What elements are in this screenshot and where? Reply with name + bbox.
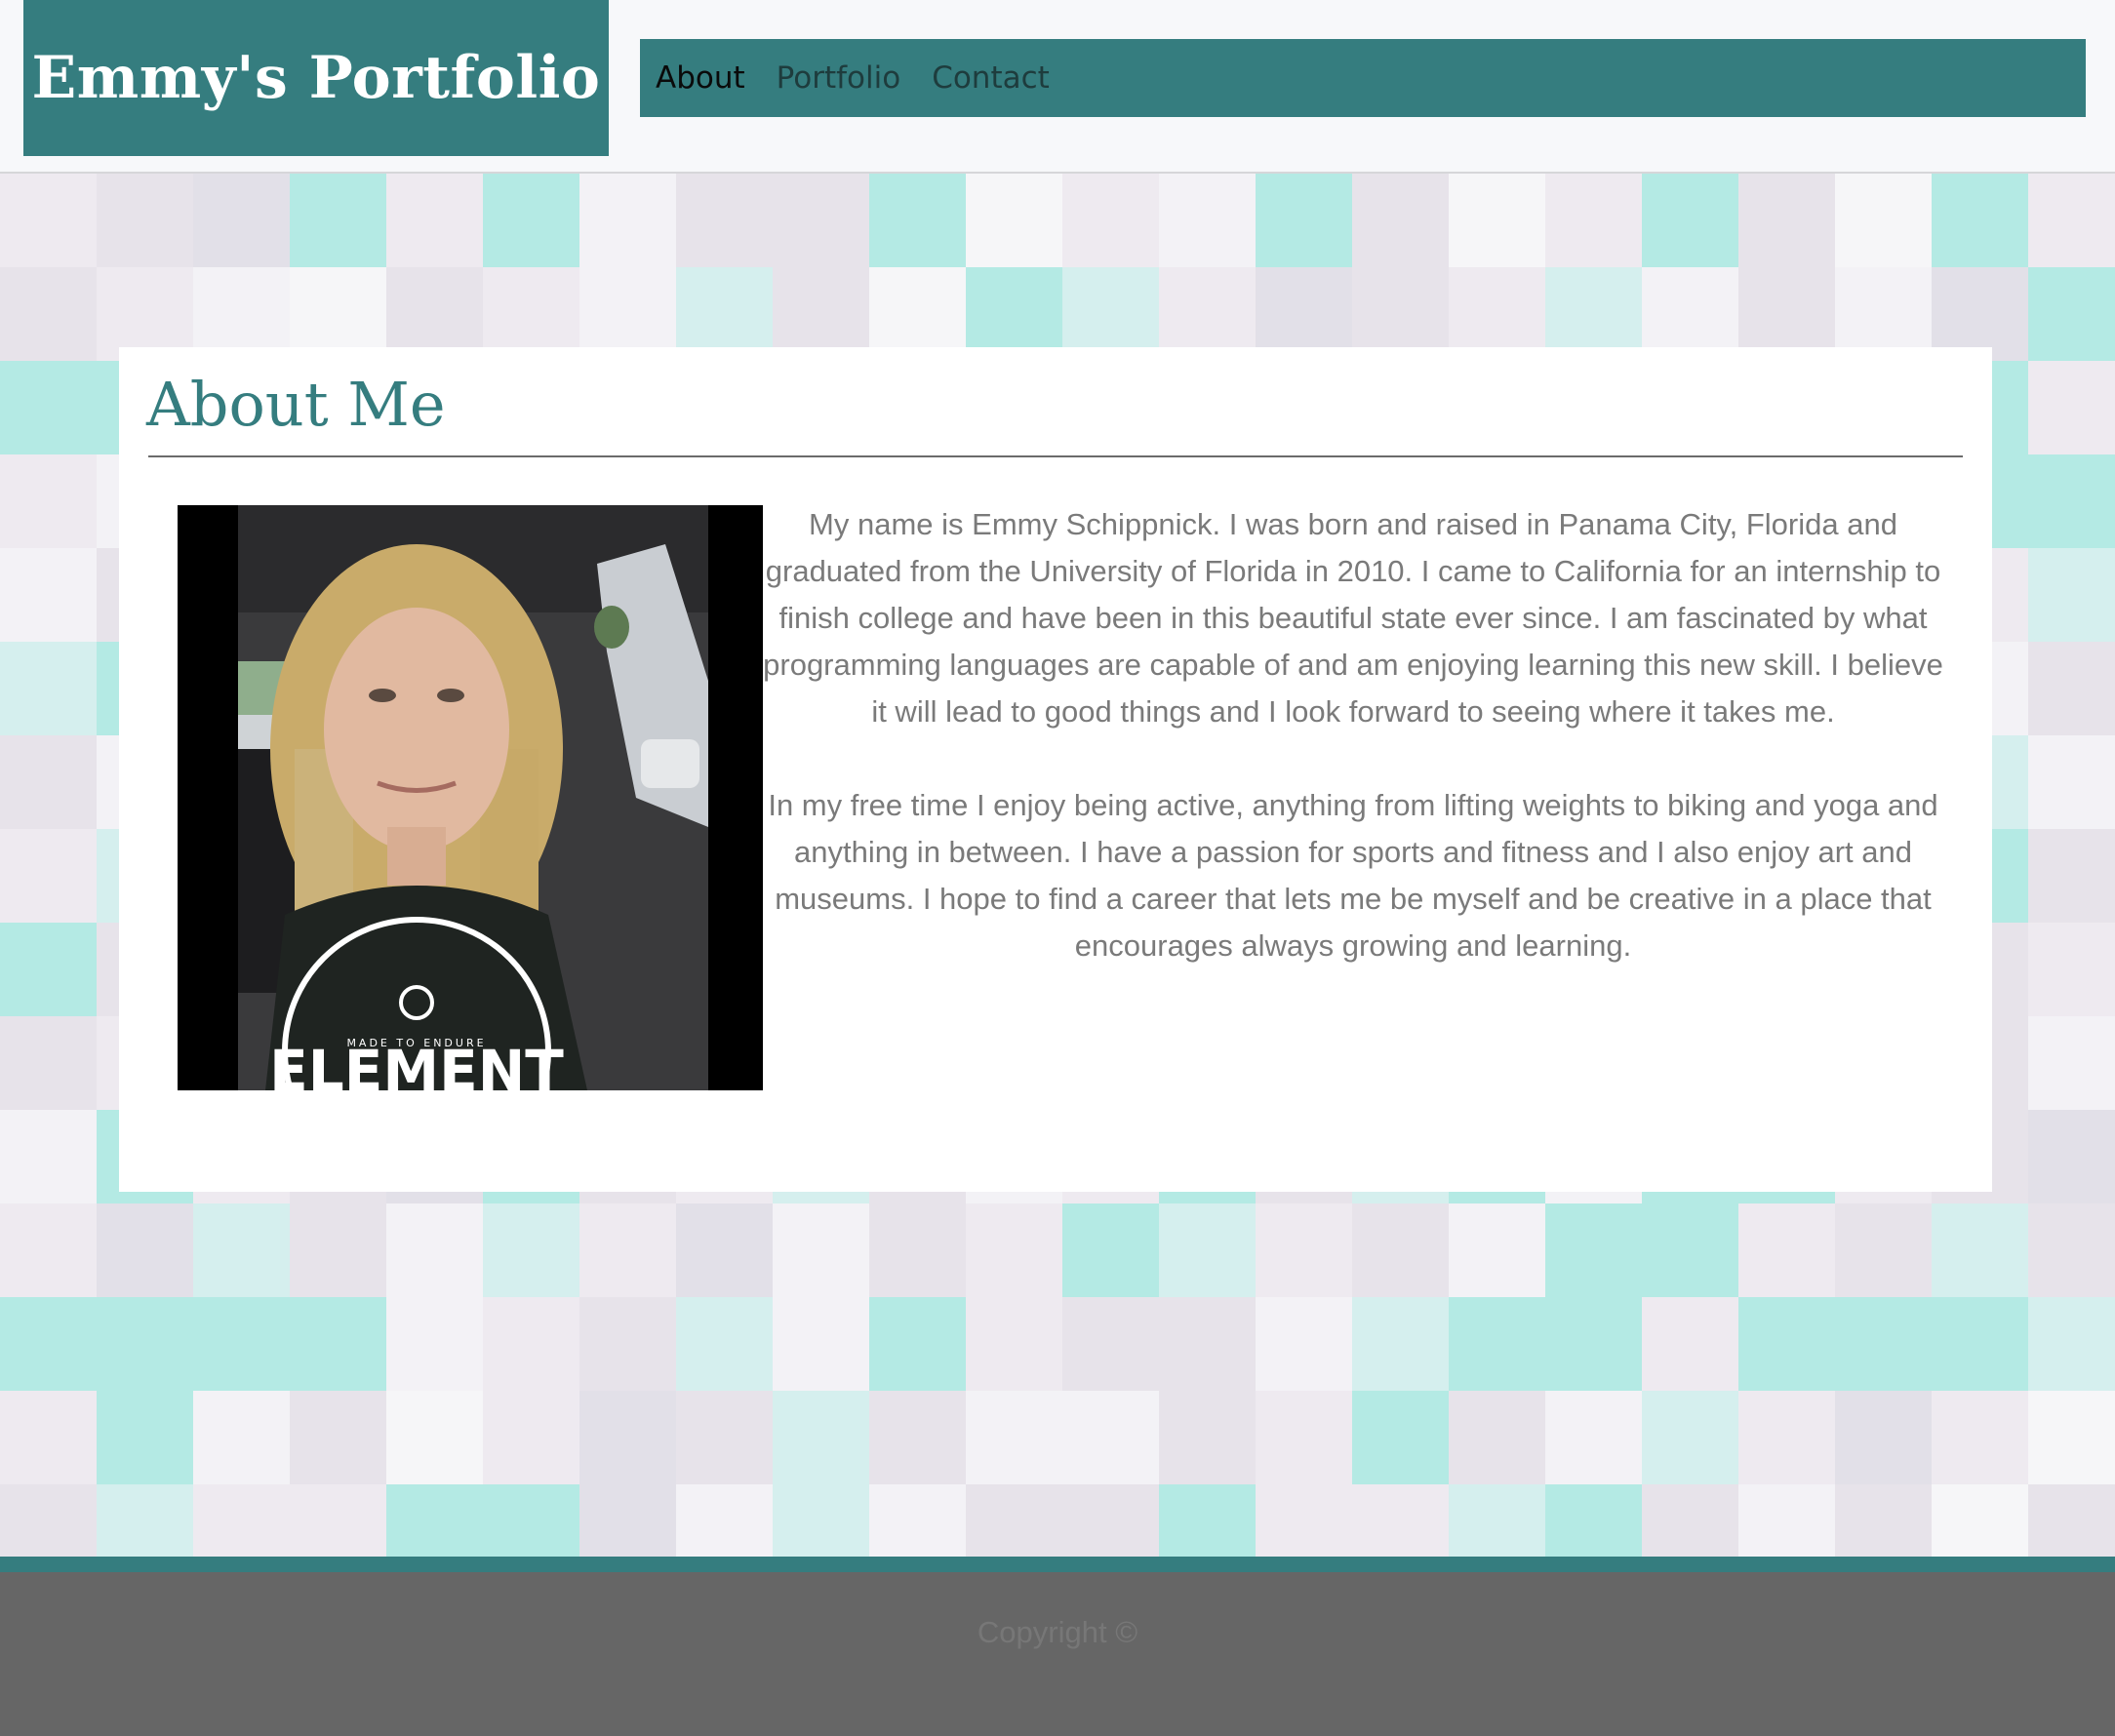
nav-link-contact[interactable]: Contact — [932, 60, 1050, 96]
shirt-logo-text: ELEMENT — [269, 1038, 564, 1090]
main-nav: About Portfolio Contact — [640, 39, 2086, 117]
tile-row — [0, 1203, 2115, 1297]
bio-paragraph-1: My name is Emmy Schippnick. I was born a… — [763, 507, 1943, 729]
tile-row — [0, 1297, 2115, 1391]
tile-row — [0, 174, 2115, 267]
nav-link-about[interactable]: About — [656, 60, 745, 96]
tile-row — [0, 1484, 2115, 1557]
site-footer: Copyright © — [0, 1572, 2115, 1736]
footer-accent-bar — [0, 1557, 2115, 1572]
brand-block[interactable]: Emmy's Portfolio — [23, 0, 609, 156]
bio-text: My name is Emmy Schippnick. I was born a… — [763, 501, 1943, 969]
profile-photo-illustration: MADE TO ENDURE ELEMENT — [178, 505, 763, 1090]
bio-paragraph-2: In my free time I enjoy being active, an… — [768, 788, 1938, 963]
brand-title[interactable]: Emmy's Portfolio — [32, 44, 601, 112]
site-header: Emmy's Portfolio About Portfolio Contact — [0, 0, 2115, 174]
about-card: About Me MADE TO ENDURE ELEMENT My name … — [119, 347, 1992, 1192]
heading-divider — [148, 455, 1963, 457]
about-heading: About Me — [146, 369, 446, 440]
copyright-text: Copyright © — [977, 1615, 1138, 1649]
nav-link-portfolio[interactable]: Portfolio — [777, 60, 901, 96]
tile-row — [0, 1391, 2115, 1484]
profile-photo: MADE TO ENDURE ELEMENT — [178, 505, 763, 1090]
